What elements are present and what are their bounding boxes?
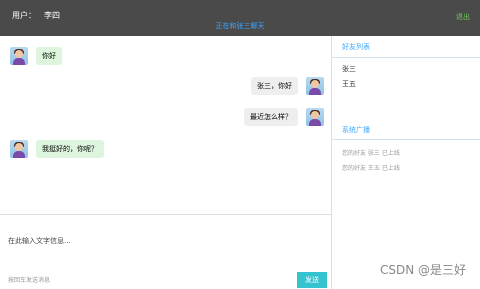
message-bubble: 张三，你好 — [251, 77, 298, 95]
divider — [332, 57, 480, 58]
user-name: 李四 — [44, 11, 60, 20]
friend-item[interactable]: 王五 — [342, 79, 356, 89]
message-input[interactable]: 在此输入文字信息... — [8, 236, 71, 246]
friends-title: 好友列表 — [342, 43, 370, 51]
user-label: 用户： — [12, 11, 36, 20]
message-input-area[interactable]: 在此输入文字信息... 按回车发送消息 发送 — [0, 214, 332, 289]
avatar — [10, 47, 28, 65]
avatar — [10, 140, 28, 158]
message-bubble: 最近怎么样？ — [244, 108, 298, 126]
broadcast-item: 您的好友 张三 已上线 — [342, 150, 400, 157]
avatar — [306, 108, 324, 126]
watermark: CSDN @是三好 — [379, 263, 466, 277]
send-button[interactable]: 发送 — [297, 272, 327, 288]
friend-item[interactable]: 张三 — [342, 64, 356, 74]
top-bar: 用户： 李四 正在和张三聊天 退出 — [0, 0, 480, 36]
divider — [332, 139, 480, 140]
sidebar: 好友列表 张三 王五 系统广播 您的好友 张三 已上线 您的好友 王五 已上线 — [332, 36, 480, 288]
message-bubble: 你好 — [36, 47, 62, 65]
exit-link[interactable]: 退出 — [456, 12, 470, 22]
message-bubble: 我挺好的，你呢？ — [36, 140, 104, 158]
chat-title: 正在和张三聊天 — [215, 22, 265, 30]
avatar — [306, 77, 324, 95]
current-user: 用户： 李四 — [12, 10, 60, 21]
broadcast-title: 系统广播 — [342, 126, 370, 134]
message-item: 我挺好的，你呢？ — [10, 140, 104, 158]
message-item: 最近怎么样？ — [244, 108, 324, 126]
broadcast-item: 您的好友 王五 已上线 — [342, 165, 400, 172]
message-item: 张三，你好 — [251, 77, 324, 95]
send-hint: 按回车发送消息 — [8, 277, 51, 284]
message-item: 你好 — [10, 47, 62, 65]
message-area: 你好 张三，你好 最近怎么样？ 我挺好的，你呢？ — [0, 36, 332, 214]
